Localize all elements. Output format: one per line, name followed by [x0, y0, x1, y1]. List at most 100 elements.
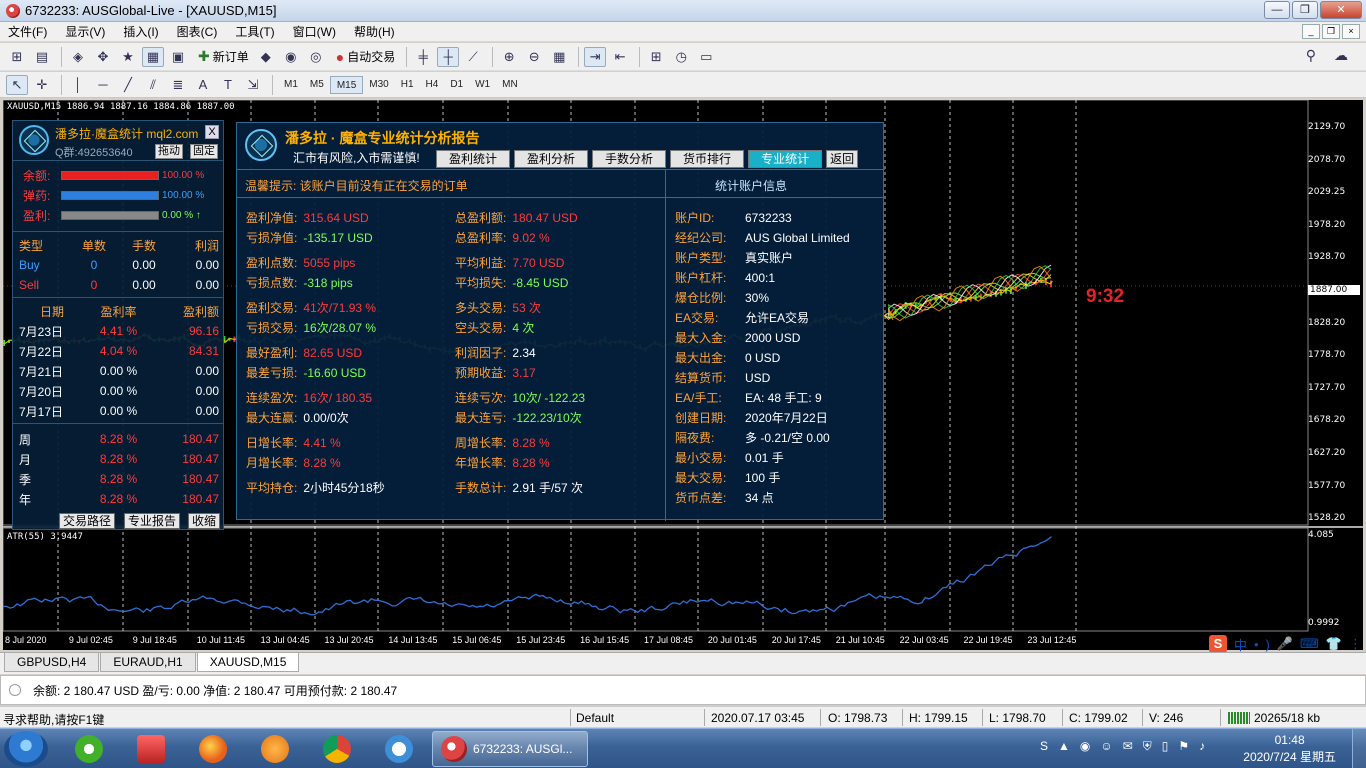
trade-path-button[interactable]: 交易路径	[59, 513, 116, 529]
tester-icon[interactable]: ▣	[167, 47, 189, 67]
menu-window[interactable]: 窗口(W)	[284, 23, 345, 40]
cursor-icon[interactable]: ↖	[6, 74, 28, 95]
taskbar-app-chrome[interactable]	[310, 732, 364, 766]
ime-mic-icon[interactable]: 🎤	[1277, 636, 1293, 652]
mdi-minimize-button[interactable]: _	[1302, 24, 1320, 39]
tray-wechat-icon[interactable]: ✉	[1123, 739, 1133, 754]
candlestick-icon[interactable]: ┼	[437, 46, 460, 67]
bar-chart-icon[interactable]: ╪	[412, 47, 434, 67]
status-profile[interactable]: Default	[576, 711, 614, 725]
new-chart-icon[interactable]: ⊞	[6, 47, 28, 67]
timeframe-m30[interactable]: M30	[363, 76, 394, 94]
ime-moon-icon[interactable]: )	[1266, 637, 1270, 652]
horizontal-line-icon[interactable]: ─	[92, 75, 114, 95]
tray-expand-icon[interactable]: ▲	[1058, 739, 1070, 754]
drag-button[interactable]: 拖动	[155, 144, 183, 159]
profiles-icon[interactable]: ▤	[31, 47, 53, 67]
menu-tools[interactable]: 工具(T)	[226, 23, 283, 40]
metaeditor-icon[interactable]: ◆	[255, 47, 277, 67]
taskbar-app-uc[interactable]	[248, 732, 302, 766]
back-button[interactable]: 返回	[826, 150, 859, 168]
ime-punctuation-icon[interactable]: •	[1254, 637, 1259, 652]
menu-file[interactable]: 文件(F)	[0, 23, 56, 40]
signals-icon[interactable]: ◎	[305, 47, 327, 67]
ime-chinese-mode[interactable]: 中	[1234, 635, 1247, 654]
timeframe-m5[interactable]: M5	[304, 76, 330, 94]
timeframe-m15[interactable]: M15	[329, 75, 364, 94]
trendline-icon[interactable]: ╱	[117, 75, 139, 95]
crosshair-icon[interactable]: ✛	[31, 75, 53, 95]
tab-currency-ranking[interactable]: 货币排行	[670, 150, 745, 168]
menu-charts[interactable]: 图表(C)	[168, 23, 227, 40]
zoom-in-icon[interactable]: ⊕	[498, 47, 520, 67]
new-order-button[interactable]: ✚ 新订单	[192, 48, 255, 65]
taskbar-app-ie-green[interactable]	[62, 732, 116, 766]
arrows-icon[interactable]: ⇲	[242, 75, 264, 95]
tab-euraud-h1[interactable]: EURAUD,H1	[100, 653, 196, 672]
tab-lot-analysis[interactable]: 手数分析	[592, 150, 667, 168]
pro-report-button[interactable]: 专业报告	[124, 513, 181, 529]
chart-shift-icon[interactable]: ⇤	[609, 47, 631, 67]
timeframe-h4[interactable]: H4	[420, 76, 445, 94]
text-icon[interactable]: A	[192, 75, 214, 95]
ime-menu-icon[interactable]: ⋮	[1349, 636, 1362, 652]
ime-keyboard-icon[interactable]: ⌨	[1300, 636, 1319, 652]
ime-skin-icon[interactable]: 👕	[1326, 636, 1342, 652]
vertical-line-icon[interactable]: │	[67, 75, 89, 95]
taskbar-clock[interactable]: 01:48 2020/7/24 星期五	[1243, 732, 1336, 766]
timeframe-m1[interactable]: M1	[278, 76, 304, 94]
close-button[interactable]: ✕	[1320, 1, 1362, 19]
panel-close-button[interactable]: X	[205, 125, 219, 139]
timeframe-w1[interactable]: W1	[469, 76, 496, 94]
maximize-button[interactable]: ❐	[1292, 1, 1318, 19]
text-label-icon[interactable]: T	[217, 75, 239, 95]
mdi-restore-button[interactable]: ❐	[1322, 24, 1340, 39]
tray-volume-icon[interactable]: ♪	[1199, 739, 1205, 754]
tray-network-icon[interactable]: ◉	[1080, 739, 1090, 754]
start-button[interactable]	[4, 731, 48, 767]
community-icon[interactable]: ◉	[280, 47, 302, 67]
tray-chat-icon[interactable]: ☺	[1100, 739, 1112, 754]
timeframe-h1[interactable]: H1	[395, 76, 420, 94]
taskbar-app-cloud[interactable]	[372, 732, 426, 766]
mdi-close-button[interactable]: ×	[1342, 24, 1360, 39]
menu-help[interactable]: 帮助(H)	[345, 23, 404, 40]
timeframe-d1[interactable]: D1	[444, 76, 469, 94]
indicators-icon[interactable]: ⊞	[645, 47, 667, 67]
fibonacci-icon[interactable]: ≣	[167, 75, 189, 95]
tab-gbpusd-h4[interactable]: GBPUSD,H4	[4, 653, 100, 672]
tab-profit-analysis[interactable]: 盈利分析	[514, 150, 589, 168]
search-icon[interactable]: ⚲	[1306, 47, 1316, 64]
tab-profit-stats[interactable]: 盈利统计	[436, 150, 511, 168]
equidistant-channel-icon[interactable]: ⫽	[142, 75, 164, 95]
collapse-button[interactable]: 收缩	[188, 513, 221, 529]
sogou-ime-icon[interactable]: S	[1208, 635, 1227, 653]
tray-flag-icon[interactable]: ⚑	[1178, 739, 1189, 754]
zoom-out-icon[interactable]: ⊖	[523, 47, 545, 67]
market-watch-icon[interactable]: ◈	[67, 47, 89, 67]
menu-view[interactable]: 显示(V)	[56, 23, 114, 40]
menu-insert[interactable]: 插入(I)	[114, 23, 167, 40]
data-window-icon[interactable]: ✥	[92, 47, 114, 67]
tray-security-icon[interactable]: ⛨	[1143, 739, 1152, 754]
tab-pro-stats[interactable]: 专业统计	[748, 150, 823, 168]
timeframe-mn[interactable]: MN	[496, 76, 524, 94]
navigator-icon[interactable]: ★	[117, 47, 139, 67]
tray-sogou-icon[interactable]: S	[1040, 739, 1048, 754]
minimize-button[interactable]: —	[1264, 1, 1290, 19]
tile-windows-icon[interactable]: ▦	[548, 47, 570, 67]
terminal-icon[interactable]: ▦	[142, 46, 164, 67]
auto-scroll-icon[interactable]: ⇥	[584, 46, 607, 67]
tray-device-icon[interactable]: ▯	[1162, 739, 1169, 754]
auto-trading-button[interactable]: ● 自动交易	[330, 48, 401, 65]
show-desktop-button[interactable]	[1352, 729, 1366, 768]
periods-icon[interactable]: ◷	[670, 47, 692, 67]
taskbar-active-mt4[interactable]: 6732233: AUSGl...	[432, 731, 588, 767]
templates-icon[interactable]: ▭	[695, 47, 717, 67]
taskbar-app-calculator[interactable]	[124, 732, 178, 766]
taskbar-app-browser[interactable]	[186, 732, 240, 766]
fix-button[interactable]: 固定	[190, 144, 218, 159]
line-chart-icon[interactable]: ⟋	[462, 47, 484, 67]
chat-icon[interactable]: ☁	[1334, 47, 1348, 64]
tab-xauusd-m15[interactable]: XAUUSD,M15	[196, 653, 300, 672]
